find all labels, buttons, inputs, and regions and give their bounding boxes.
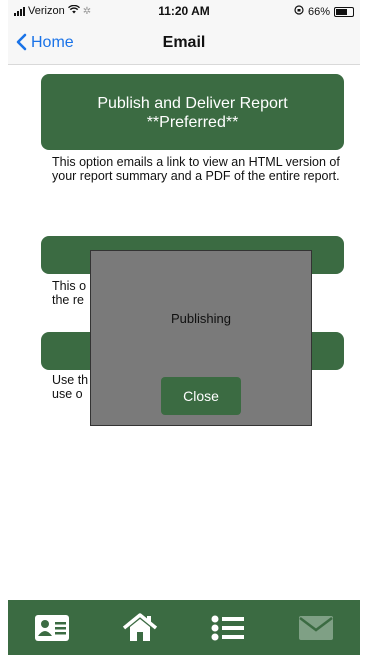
publishing-dialog: Publishing Close [90, 250, 312, 426]
tab-home[interactable] [120, 611, 160, 645]
status-bar: Verizon ✲ 11:20 AM 66% [8, 0, 360, 22]
option-description: This option emails a link to view an HTM… [52, 155, 340, 183]
home-icon [122, 612, 158, 641]
list-icon [211, 615, 244, 640]
orientation-lock-icon [294, 5, 304, 18]
page-title: Email [162, 34, 206, 51]
publish-and-deliver-button[interactable]: Publish and Deliver Report **Preferred** [41, 74, 344, 150]
navigation-bar: Home Email [8, 22, 360, 65]
publish-and-deliver-label: Publish and Deliver Report [97, 95, 288, 112]
app-screen: Verizon ✲ 11:20 AM 66% Home Email Publis… [8, 0, 360, 655]
tab-list[interactable] [208, 611, 248, 645]
battery-icon [334, 6, 354, 17]
tab-mail[interactable] [296, 611, 336, 645]
dialog-message: Publishing [171, 311, 231, 326]
battery-percent: 66% [307, 5, 330, 18]
preferred-label: **Preferred** [146, 114, 239, 131]
mail-icon [299, 615, 333, 640]
tab-bar [8, 600, 360, 655]
status-right: 66% [294, 5, 354, 18]
tab-contact[interactable] [32, 611, 72, 645]
contact-card-icon [35, 614, 69, 641]
close-button[interactable]: Close [161, 377, 241, 415]
